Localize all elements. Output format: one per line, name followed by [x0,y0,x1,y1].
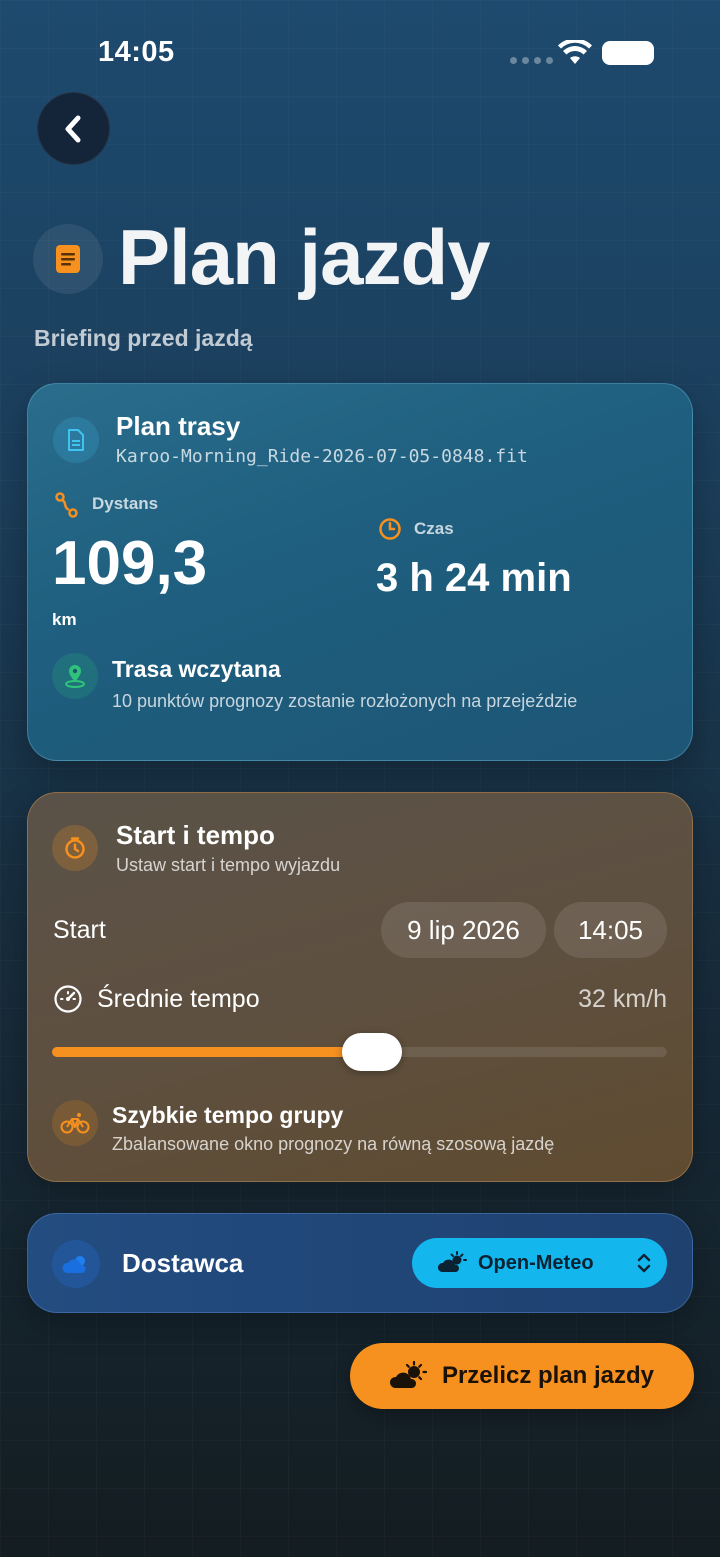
route-loaded-description: 10 punktów prognozy zostanie rozłożonych… [112,691,578,711]
pace-label: Średnie tempo [97,985,260,1013]
cloud-sun-icon [438,1251,467,1272]
map-pin-icon [52,653,98,699]
cloud-sun-icon [389,1361,428,1388]
preset-description: Zbalansowane okno prognozy na równą szos… [112,1134,555,1154]
signal-dots-icon [510,57,553,64]
start-label: Start [53,916,106,944]
pace-value: 32 km/h [578,985,667,1013]
start-time-button[interactable]: 14:05 [554,902,667,958]
wifi-icon [558,40,592,64]
provider-selected-value: Open-Meteo [478,1251,594,1274]
page-title: Plan jazdy [118,213,490,301]
back-button[interactable] [37,92,110,165]
provider-select[interactable]: Open-Meteo [412,1238,667,1288]
route-file-name: Karoo-Morning_Ride-2026-07-05-0848.fit [116,446,528,467]
route-icon [55,492,78,518]
battery-icon [602,41,654,65]
preset-title[interactable]: Szybkie tempo grupy [112,1102,343,1129]
time-value: 3 h 24 min [376,556,572,600]
document-list-icon [33,224,103,294]
route-loaded-title: Trasa wczytana [112,656,281,682]
recalculate-plan-button[interactable]: Przelicz plan jazdy [350,1343,694,1409]
recalculate-plan-label: Przelicz plan jazdy [441,1362,655,1389]
page-subtitle: Briefing przed jazdą [34,325,253,351]
document-icon [53,417,99,463]
start-card-title: Start i tempo [116,820,275,850]
timer-icon [52,825,98,871]
route-card-title: Plan trasy [116,411,241,441]
bicycle-icon [52,1100,98,1146]
pace-slider-fill [52,1047,372,1057]
time-label: Czas [414,519,454,538]
clock-icon [379,518,401,540]
start-date-button[interactable]: 9 lip 2026 [381,902,546,958]
speedometer-icon [54,985,82,1013]
distance-label: Dystans [92,494,159,513]
cloud-sun-icon [52,1240,100,1288]
distance-unit: km [52,610,77,629]
status-time: 14:05 [98,36,175,68]
chevron-up-down-icon [637,1253,651,1273]
provider-label: Dostawca [122,1248,244,1278]
start-card-subtitle: Ustaw start i tempo wyjazdu [116,855,341,875]
pace-slider-thumb[interactable] [341,1033,402,1071]
distance-value: 109,3 [52,529,208,598]
chevron-left-icon [65,115,80,142]
